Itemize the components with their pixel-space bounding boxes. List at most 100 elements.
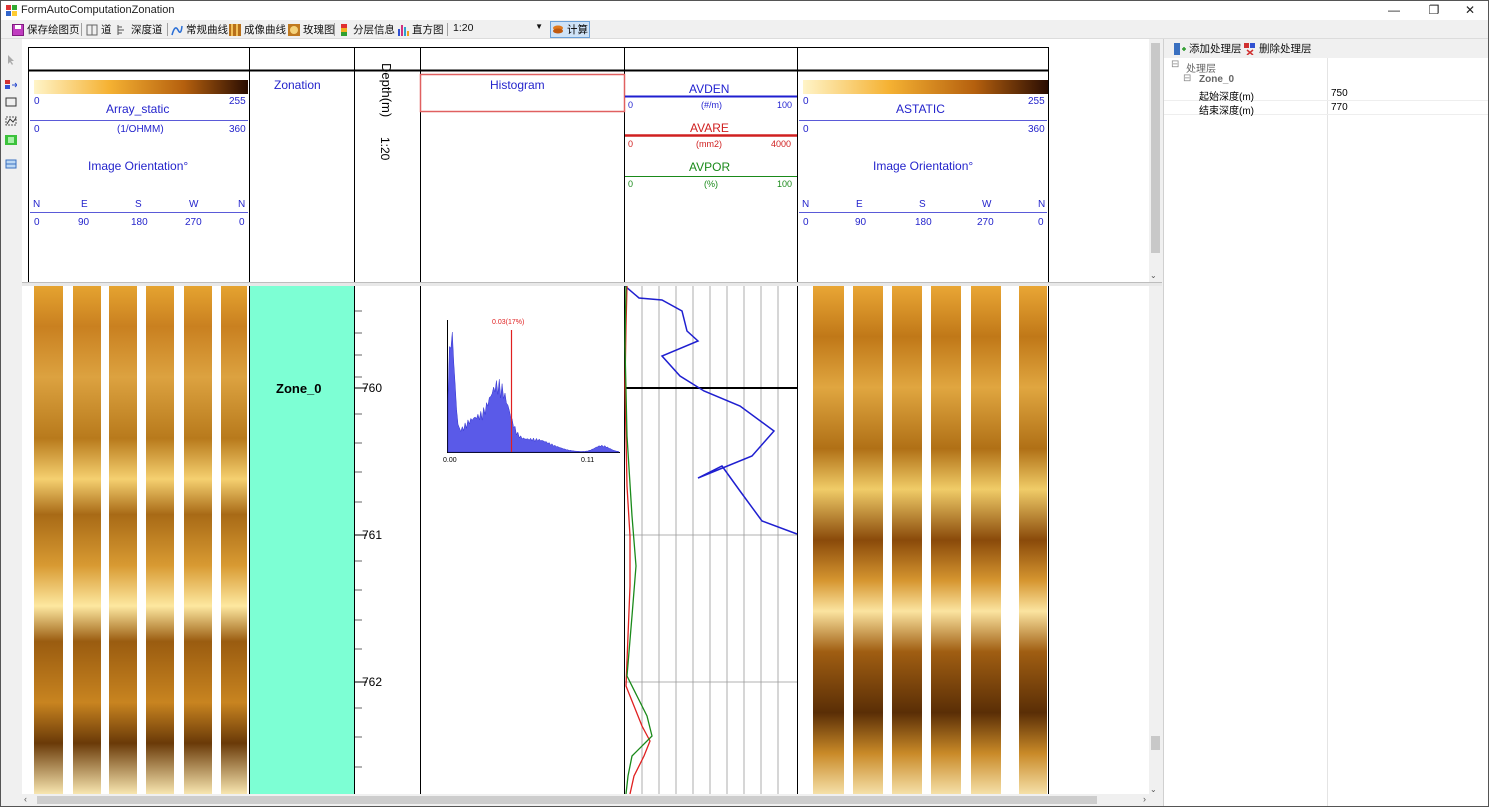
astatic-unit-min: 0 [803, 124, 809, 135]
array-dir-e: E [81, 199, 88, 210]
avare-curve [624, 286, 651, 794]
delete-layer-button[interactable]: 删除处理层 [1244, 40, 1312, 57]
array-deg-0b: 0 [239, 217, 245, 228]
pointer-icon[interactable] [5, 55, 17, 65]
zone-label[interactable]: Zone_0 [276, 381, 322, 396]
astatic-deg-0b: 0 [1038, 217, 1044, 228]
curve-select-icon[interactable] [5, 116, 17, 126]
property-value[interactable]: 750 [1331, 88, 1348, 99]
title-bar: FormAutoComputationZonation — ❐ ✕ [1, 1, 1488, 20]
avden-max: 100 [777, 100, 793, 110]
regular-curve-label: 常规曲线 [186, 24, 228, 36]
track-body-pane: Zone_0 760 761 762 0.03(17%) 0.00 0.11 ⌄… [22, 286, 1162, 806]
image-curve-icon [229, 23, 241, 36]
layers-icon [553, 25, 563, 33]
array-dir-n: N [33, 199, 41, 210]
array-scale-min: 0 [34, 96, 40, 107]
astatic-deg-180: 180 [915, 217, 932, 228]
property-row-end-depth[interactable]: 结束深度(m) 770 [1164, 101, 1488, 117]
track-header-pane: 0 255 Array_static 0 (1/OHMM) 360 Image … [22, 39, 1162, 286]
histogram-x-max: 0.11 [581, 457, 595, 464]
avden-title: AVDEN [689, 82, 730, 96]
array-deg-90: 90 [78, 217, 90, 228]
app-icon [6, 5, 17, 16]
avare-min: 0 [628, 139, 634, 149]
toolbar-separator [81, 23, 82, 36]
track-body-canvas [34, 286, 1049, 794]
regular-curve-button[interactable]: 常规曲线 [171, 21, 228, 38]
body-scroll-thumb[interactable] [1151, 736, 1160, 750]
delete-layer-icon [1244, 42, 1255, 55]
track-button[interactable]: 道 [86, 21, 112, 38]
avpor-unit: (%) [704, 179, 718, 189]
avpor-title: AVPOR [689, 160, 731, 174]
blue-tool-icon[interactable] [5, 159, 17, 169]
rose-diagram-button[interactable]: 玫瑰图 [288, 21, 335, 38]
horizontal-scrollbar[interactable]: ‹ › [22, 794, 1162, 806]
tree-root-row[interactable]: ⊟ 处理层 [1164, 59, 1488, 75]
avpor-min: 0 [628, 179, 634, 189]
image-curve-label: 成像曲线 [244, 24, 286, 36]
array-dir-n2: N [238, 199, 246, 210]
collapse-icon[interactable]: ⊟ [1171, 59, 1179, 70]
histogram-icon [398, 24, 409, 36]
log-plot-area[interactable]: 0 255 Array_static 0 (1/OHMM) 360 Image … [22, 39, 1162, 806]
astatic-orientation-label: Image Orientation° [873, 159, 974, 173]
scroll-down-icon[interactable]: ⌄ [1150, 785, 1157, 794]
minimize-button[interactable]: — [1375, 1, 1413, 20]
rectangle-select-icon[interactable] [5, 97, 17, 107]
track-header-frame [28, 47, 1049, 286]
layer-panel-toolbar: 添加处理层 删除处理层 [1164, 39, 1488, 58]
add-track-icon[interactable] [5, 80, 17, 90]
main-window: FormAutoComputationZonation — ❐ ✕ 保存绘图页 … [0, 0, 1489, 807]
body-vertical-scrollbar[interactable]: ⌄ [1149, 286, 1162, 794]
scroll-right-icon[interactable]: › [1143, 794, 1146, 804]
header-scroll-thumb[interactable] [1151, 43, 1160, 253]
layer-info-icon [341, 23, 347, 36]
close-button[interactable]: ✕ [1451, 1, 1488, 20]
depth-tick-762: 762 [362, 675, 383, 689]
calculate-button[interactable]: 计算 [550, 21, 590, 38]
save-icon [12, 23, 24, 36]
horizontal-scroll-thumb[interactable] [37, 796, 1097, 804]
image-curve-button[interactable]: 成像曲线 [229, 21, 286, 38]
green-tool-icon[interactable] [5, 135, 17, 145]
zone-fill[interactable] [250, 286, 354, 794]
property-name: 结束深度(m) [1199, 106, 1254, 117]
array-unit: (1/OHMM) [117, 124, 164, 135]
depth-tick-760: 760 [362, 381, 383, 395]
astatic-image-strips [813, 286, 1047, 794]
layer-info-label: 分层信息 [353, 24, 395, 36]
scale-select-value: 1:20 [453, 22, 474, 34]
maximize-button[interactable]: ❐ [1415, 1, 1453, 20]
depth-track-scale: 1:20 [378, 137, 392, 161]
depth-tick-761: 761 [362, 528, 383, 542]
scroll-left-icon[interactable]: ‹ [24, 794, 27, 804]
save-page-button[interactable]: 保存绘图页 [12, 21, 80, 38]
scroll-down-icon[interactable]: ⌄ [1150, 271, 1157, 280]
avden-min: 0 [628, 100, 634, 110]
layer-info-button[interactable]: 分层信息 [338, 21, 395, 38]
scale-select[interactable]: 1:20 ▼ [453, 22, 545, 37]
astatic-dir-e: E [856, 199, 863, 210]
header-vertical-scrollbar[interactable]: ⌄ [1149, 39, 1162, 282]
astatic-dir-n2: N [1038, 199, 1046, 210]
array-deg-0: 0 [34, 217, 40, 228]
avare-max: 4000 [771, 139, 792, 149]
delete-layer-label: 删除处理层 [1259, 43, 1312, 55]
astatic-deg-0: 0 [803, 217, 809, 228]
depth-track-button[interactable]: 深度道 [116, 21, 163, 38]
property-row-start-depth[interactable]: 起始深度(m) 750 [1164, 87, 1488, 103]
add-layer-label: 添加处理层 [1189, 43, 1242, 55]
astatic-track-title: ASTATIC [896, 102, 945, 116]
histogram-plot [447, 320, 620, 453]
property-value[interactable]: 770 [1331, 102, 1348, 113]
collapse-icon[interactable]: ⊟ [1183, 73, 1191, 84]
rose-diagram-label: 玫瑰图 [303, 24, 335, 36]
add-layer-button[interactable]: 添加处理层 [1174, 40, 1242, 57]
histogram-button[interactable]: 直方图 [397, 21, 444, 38]
array-scale-max: 255 [229, 96, 246, 107]
astatic-unit-max: 360 [1028, 124, 1045, 135]
array-unit-min: 0 [34, 124, 40, 135]
tree-zone-row[interactable]: ⊟ Zone_0 [1164, 73, 1488, 87]
